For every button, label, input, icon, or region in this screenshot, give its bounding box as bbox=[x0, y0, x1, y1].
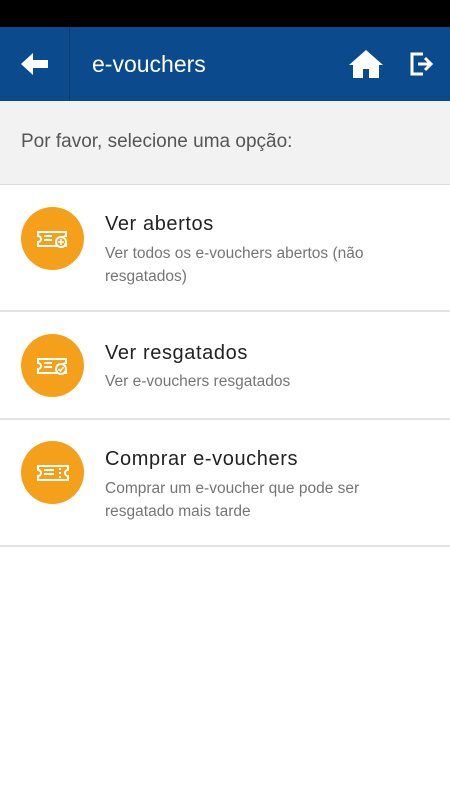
option-description: Ver todos os e-vouchers abertos (não res… bbox=[105, 245, 364, 285]
home-button[interactable] bbox=[344, 27, 388, 101]
arrow-left-icon bbox=[20, 53, 48, 75]
option-view-redeemed[interactable]: Ver resgatados Ver e-vouchers resgatados bbox=[0, 312, 450, 420]
option-description: Ver e-vouchers resgatados bbox=[105, 373, 291, 390]
ticket-plus-icon bbox=[36, 230, 67, 248]
option-icon-circle bbox=[21, 441, 84, 504]
option-view-open[interactable]: Ver abertos Ver todos os e-vouchers aber… bbox=[0, 185, 450, 312]
back-button[interactable] bbox=[0, 27, 70, 101]
option-icon-circle bbox=[21, 207, 84, 270]
option-title: Comprar e-vouchers bbox=[105, 448, 299, 470]
ticket-check-icon bbox=[36, 357, 67, 375]
status-bar bbox=[0, 0, 450, 27]
logout-icon bbox=[410, 52, 434, 76]
prompt-text: Por favor, selecione uma opção: bbox=[21, 131, 293, 152]
home-icon bbox=[349, 50, 383, 78]
option-description: Comprar um e-voucher que pode ser resgat… bbox=[105, 480, 360, 520]
ticket-icon bbox=[36, 464, 69, 481]
logout-button[interactable] bbox=[402, 27, 442, 101]
option-title: Ver abertos bbox=[105, 213, 214, 235]
option-icon-circle bbox=[21, 334, 84, 397]
option-buy-vouchers[interactable]: Comprar e-vouchers Comprar um e-voucher … bbox=[0, 420, 450, 547]
app-bar: e-vouchers bbox=[0, 27, 450, 101]
prompt-area: Por favor, selecione uma opção: bbox=[0, 101, 450, 185]
page-title: e-vouchers bbox=[92, 51, 206, 77]
option-title: Ver resgatados bbox=[105, 342, 248, 364]
